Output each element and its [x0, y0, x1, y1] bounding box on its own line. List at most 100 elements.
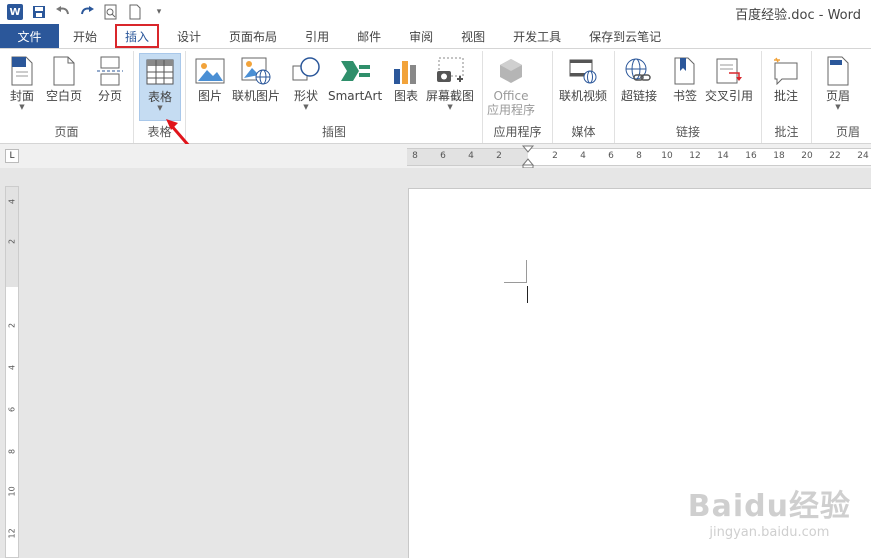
- group-label-illustrations: 插图: [321, 125, 346, 139]
- group-label-links: 链接: [675, 125, 700, 139]
- tab-design[interactable]: 设计: [163, 24, 215, 48]
- group-header-footer: 页眉 ▼ 页眉: [812, 51, 871, 143]
- blank-page-button[interactable]: 空白页: [46, 55, 82, 103]
- group-illustrations: 图片 联机图片 形状 ▼ SmartArt 图表 屏幕截图 ▼ 插图: [186, 51, 483, 143]
- margin-crop-mark: [526, 260, 527, 283]
- horizontal-ruler[interactable]: 8 6 4 2 2 4 6 8 10 12 14 16 18 20 22 24: [407, 148, 871, 166]
- group-links: 超链接 书签 交叉引用 链接: [615, 51, 762, 143]
- group-comments: 批注 批注: [762, 51, 812, 143]
- word-logo-icon: W: [6, 3, 24, 21]
- ruler-label: 8: [412, 151, 418, 161]
- tab-insert[interactable]: 插入: [115, 24, 160, 48]
- margin-crop-mark: [504, 282, 527, 283]
- ruler-label: 8: [7, 448, 17, 455]
- ruler-label: 18: [773, 151, 785, 161]
- quick-access-toolbar: W ▾: [0, 3, 168, 21]
- new-doc-icon[interactable]: [126, 3, 144, 21]
- blank-page-icon: [48, 55, 80, 87]
- hyperlink-icon: [623, 55, 655, 87]
- tab-page-layout[interactable]: 页面布局: [215, 24, 291, 48]
- cross-reference-button[interactable]: 交叉引用: [705, 55, 753, 103]
- header-button[interactable]: 页眉 ▼: [822, 55, 854, 111]
- comment-button[interactable]: 批注: [770, 55, 802, 103]
- chevron-down-icon: ▼: [835, 103, 841, 111]
- chart-button[interactable]: 图表: [390, 55, 422, 103]
- group-label-apps: 应用程序: [493, 125, 542, 139]
- indent-marker-icon[interactable]: [521, 145, 535, 169]
- group-label-comments: 批注: [774, 125, 799, 139]
- chevron-down-icon: ▼: [19, 103, 25, 111]
- smartart-button[interactable]: SmartArt: [328, 55, 382, 103]
- ruler-label: 2: [7, 322, 17, 329]
- ruler-label: 22: [829, 151, 841, 161]
- screenshot-icon: [434, 55, 466, 87]
- redo-icon[interactable]: [78, 3, 96, 21]
- chevron-down-icon: ▼: [447, 103, 453, 111]
- ruler-label: 6: [440, 151, 446, 161]
- table-icon: [144, 56, 176, 88]
- ruler-label: 4: [580, 151, 586, 161]
- print-preview-icon[interactable]: [102, 3, 120, 21]
- shapes-icon: [290, 55, 322, 87]
- online-video-icon: [567, 55, 599, 87]
- title-bar: W ▾ 百度经验.doc - Word: [0, 0, 871, 24]
- save-icon[interactable]: [30, 3, 48, 21]
- cross-reference-icon: [713, 55, 745, 87]
- group-media: 联机视频 媒体: [553, 51, 615, 143]
- tab-review[interactable]: 审阅: [395, 24, 447, 48]
- ruler-label: 16: [745, 151, 757, 161]
- page-break-icon: [94, 55, 126, 87]
- ruler-label: 12: [689, 151, 701, 161]
- picture-icon: [194, 55, 226, 87]
- watermark-brand: Baidu经验: [687, 489, 851, 524]
- smartart-icon: [339, 55, 371, 87]
- tab-file[interactable]: 文件: [0, 24, 59, 48]
- ruler-bar: L 8 6 4 2 2 4 6 8 10 12 14 16 18 20 22 2…: [0, 144, 871, 169]
- group-pages: 封面 ▼ 空白页 分页 页面: [0, 51, 134, 143]
- table-button[interactable]: 表格 ▼: [139, 53, 181, 121]
- ruler-label: 2: [496, 151, 502, 161]
- watermark: Baidu经验 jingyan.baidu.com: [688, 481, 851, 540]
- ruler-label: 6: [7, 406, 17, 413]
- tab-mailings[interactable]: 邮件: [343, 24, 395, 48]
- chart-icon: [390, 55, 422, 87]
- group-apps: Office 应用程序 应用程序: [483, 51, 553, 143]
- tab-view[interactable]: 视图: [447, 24, 499, 48]
- chevron-down-icon: ▼: [157, 104, 163, 112]
- cover-button[interactable]: 封面 ▼: [6, 55, 38, 111]
- bookmark-icon: [669, 55, 701, 87]
- text-cursor: [527, 286, 528, 303]
- shapes-button[interactable]: 形状 ▼: [290, 55, 322, 111]
- tab-save-cloud-note[interactable]: 保存到云笔记: [575, 24, 675, 48]
- online-picture-icon: [240, 55, 272, 87]
- window-title: 百度经验.doc - Word: [735, 8, 861, 23]
- ruler-label: 14: [717, 151, 729, 161]
- undo-icon[interactable]: [54, 3, 72, 21]
- tab-references[interactable]: 引用: [291, 24, 343, 48]
- screenshot-button[interactable]: 屏幕截图 ▼: [426, 55, 474, 111]
- hyperlink-button[interactable]: 超链接: [621, 55, 657, 103]
- vertical-ruler[interactable]: 4 2 2 4 6 8 10 12: [5, 186, 19, 558]
- group-label-media: 媒体: [571, 125, 596, 139]
- office-apps-button[interactable]: Office 应用程序: [487, 55, 535, 117]
- ruler-label: 20: [801, 151, 813, 161]
- ruler-label: 8: [636, 151, 642, 161]
- cover-page-icon: [6, 55, 38, 87]
- picture-button[interactable]: 图片: [194, 55, 226, 103]
- online-video-button[interactable]: 联机视频: [559, 55, 607, 103]
- bookmark-button[interactable]: 书签: [669, 55, 701, 103]
- customize-icon[interactable]: ▾: [150, 3, 168, 21]
- ruler-label: 4: [468, 151, 474, 161]
- ruler-label: 24: [857, 151, 869, 161]
- tab-home[interactable]: 开始: [59, 24, 111, 48]
- group-label-pages: 页面: [54, 125, 79, 139]
- ruler-label: 2: [552, 151, 558, 161]
- online-picture-button[interactable]: 联机图片: [232, 55, 280, 103]
- ruler-label: 10: [7, 486, 17, 497]
- page-break-button[interactable]: 分页: [94, 55, 126, 103]
- tab-selector[interactable]: L: [5, 149, 19, 163]
- tab-developer[interactable]: 开发工具: [499, 24, 575, 48]
- ruler-label: 4: [7, 364, 17, 371]
- header-icon: [822, 55, 854, 87]
- ribbon: 封面 ▼ 空白页 分页 页面 表格 ▼ 表格 图片 联机图片 形状 ▼ Smar…: [0, 48, 871, 144]
